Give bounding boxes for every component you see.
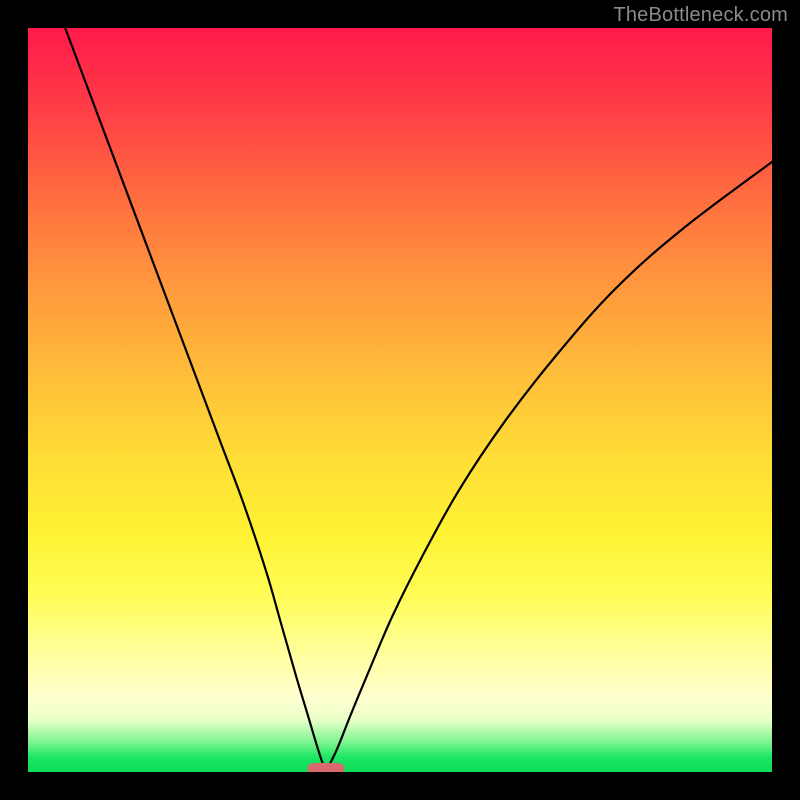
curve-left [65,28,325,772]
curve-right [326,162,772,772]
curve-layer [28,28,772,772]
plot-area [28,28,772,772]
watermark-text: TheBottleneck.com [613,4,788,27]
minimum-marker [307,763,344,772]
chart-frame: TheBottleneck.com [0,0,800,800]
